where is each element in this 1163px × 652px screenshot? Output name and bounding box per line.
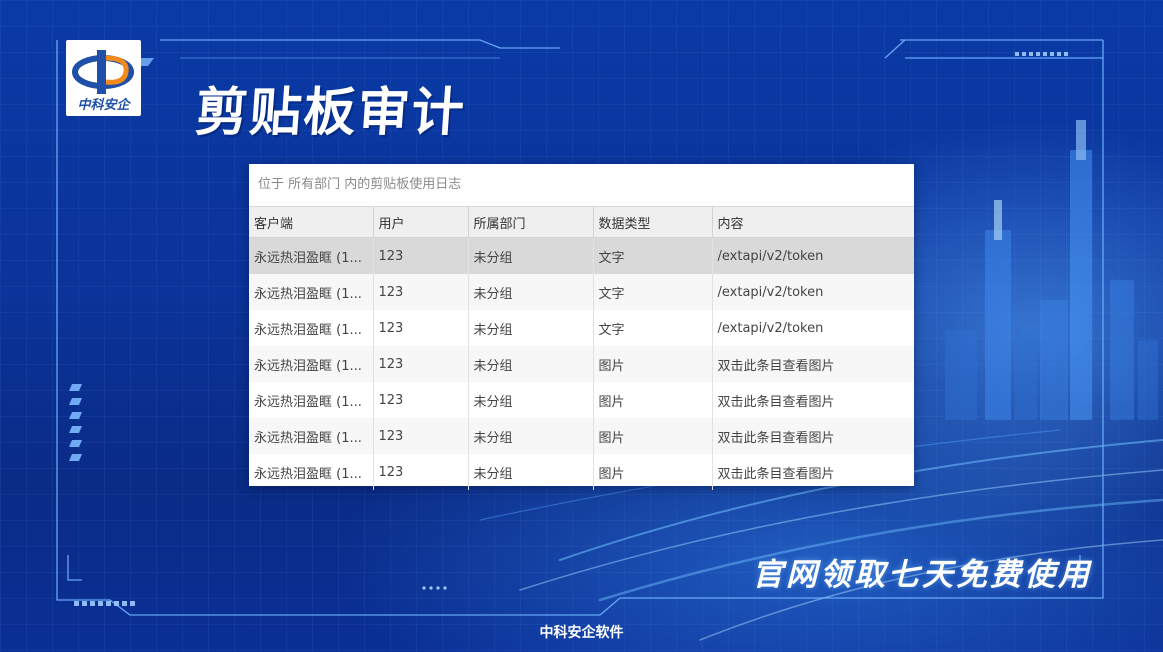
table-header-row: 客户端 用户 所属部门 数据类型 内容	[249, 207, 914, 238]
table-row[interactable]: 永远热泪盈眶 (1... 123 未分组 图片 双击此条目查看图片	[249, 454, 914, 490]
breadcrumb: 位于 所有部门 内的剪贴板使用日志	[249, 164, 914, 207]
column-header-content[interactable]: 内容	[712, 207, 914, 238]
cell-data-type: 文字	[593, 274, 713, 310]
cell-data-type: 文字	[593, 310, 713, 346]
company-logo: 中科安企	[66, 40, 141, 116]
footer-company-name: 中科安企软件	[539, 625, 624, 641]
cell-department: 未分组	[468, 310, 594, 346]
column-header-client[interactable]: 客户端	[249, 207, 374, 238]
table-row[interactable]: 永远热泪盈眶 (1... 123 未分组 图片 双击此条目查看图片	[249, 346, 914, 382]
column-header-user[interactable]: 用户	[373, 207, 469, 238]
table-row[interactable]: 永远热泪盈眶 (1... 123 未分组 文字 /extapi/v2/token	[249, 274, 914, 310]
cell-data-type: 文字	[593, 237, 713, 274]
cell-user: 123	[373, 237, 469, 274]
cell-content: /extapi/v2/token	[712, 274, 914, 310]
cell-department: 未分组	[468, 346, 594, 382]
cell-content: 双击此条目查看图片	[717, 394, 835, 410]
cell-user: 123	[373, 454, 469, 490]
cell-content: /extapi/v2/token	[712, 237, 914, 274]
cell-client: 永远热泪盈眶 (1...	[249, 418, 374, 454]
cell-client: 永远热泪盈眶 (1...	[249, 346, 374, 382]
cell-department: 未分组	[468, 274, 594, 310]
cell-user: 123	[373, 310, 469, 346]
cell-user: 123	[373, 418, 469, 454]
clipboard-log-table: 客户端 用户 所属部门 数据类型 内容 永远热泪盈眶 (1... 123 未分组…	[249, 207, 914, 490]
cell-client: 永远热泪盈眶 (1...	[249, 237, 374, 274]
table-row[interactable]: 永远热泪盈眶 (1... 123 未分组 图片 双击此条目查看图片	[249, 418, 914, 454]
cell-data-type: 图片	[593, 418, 713, 454]
cell-data-type: 图片	[593, 382, 713, 418]
cell-content: 双击此条目查看图片	[712, 418, 914, 454]
cell-user: 123	[373, 382, 469, 418]
cell-client: 永远热泪盈眶 (1...	[249, 310, 374, 346]
cell-data-type: 图片	[593, 346, 713, 382]
cell-department: 未分组	[468, 454, 594, 490]
page-title: 剪贴板审计	[193, 83, 468, 143]
cell-department: 未分组	[468, 418, 594, 454]
cell-client: 永远热泪盈眶 (1...	[249, 274, 374, 310]
cell-user: 123	[373, 346, 469, 382]
cell-department: 未分组	[468, 382, 594, 418]
promo-slogan: 官网领取七天免费使用	[752, 557, 1092, 593]
cell-department: 未分组	[468, 237, 594, 274]
cell-user: 123	[373, 274, 469, 310]
cell-content: 双击此条目查看图片	[717, 466, 835, 482]
column-header-data-type[interactable]: 数据类型	[593, 207, 713, 238]
cell-data-type: 图片	[593, 454, 713, 490]
table-row[interactable]: 永远热泪盈眶 (1... 123 未分组 图片 双击此条目查看图片	[249, 382, 914, 418]
clipboard-log-panel: 位于 所有部门 内的剪贴板使用日志 客户端 用户 所属部门 数据类型 内容 永远…	[249, 164, 914, 490]
cell-client: 永远热泪盈眶 (1...	[249, 454, 374, 490]
table-row[interactable]: 永远热泪盈眶 (1... 123 未分组 文字 /extapi/v2/token	[249, 310, 914, 346]
cell-content: 双击此条目查看图片	[712, 346, 914, 382]
cell-client: 永远热泪盈眶 (1...	[249, 382, 374, 418]
column-header-department[interactable]: 所属部门	[468, 207, 594, 238]
table-row[interactable]: 永远热泪盈眶 (1... 123 未分组 文字 /extapi/v2/token	[249, 237, 914, 274]
cell-content: /extapi/v2/token	[717, 320, 824, 336]
logo-text: 中科安企	[77, 98, 130, 113]
